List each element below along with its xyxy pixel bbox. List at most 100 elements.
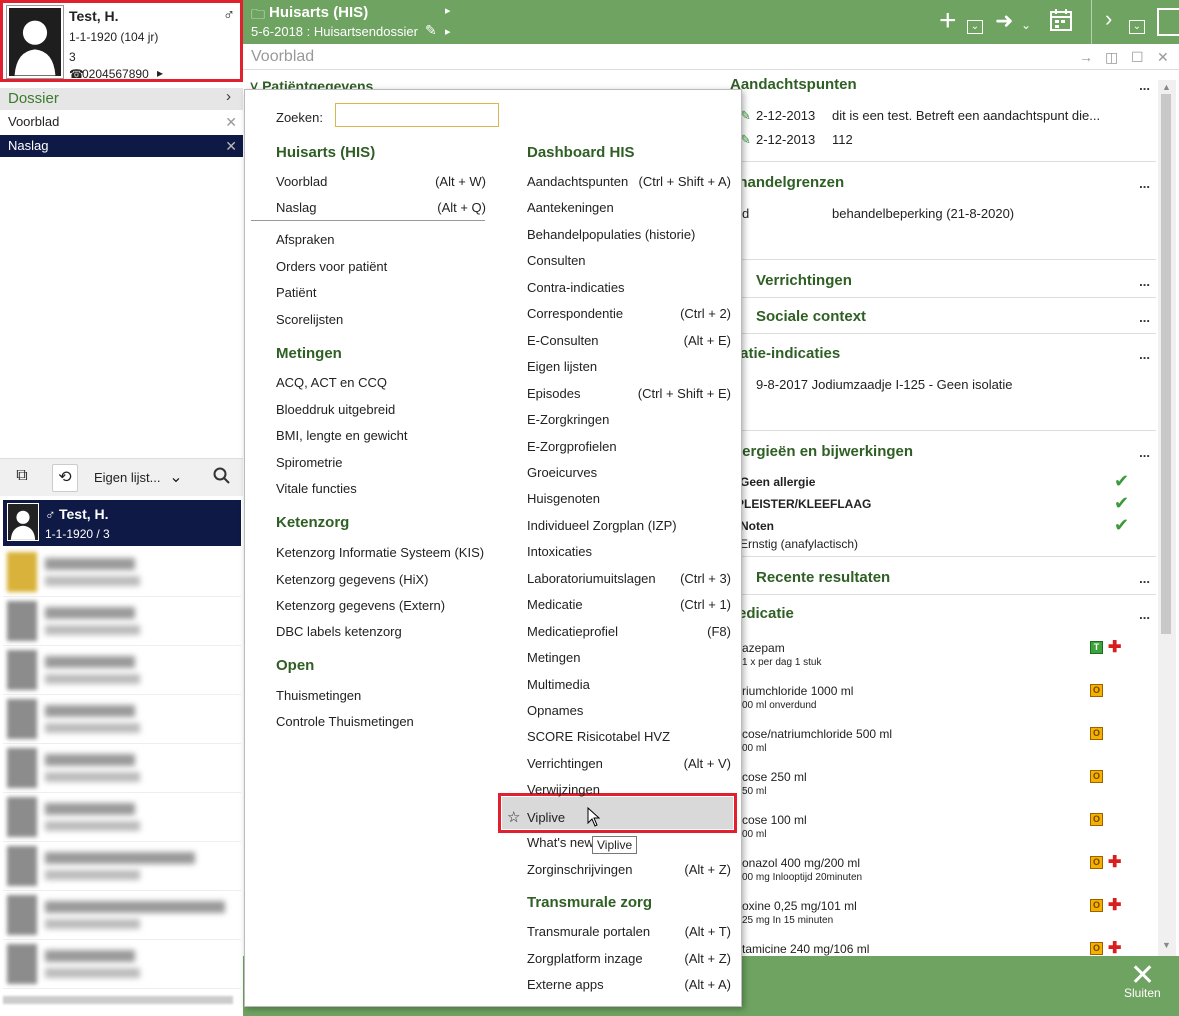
menu-item[interactable]: BMI, lengte en gewicht: [276, 428, 486, 443]
menu-item[interactable]: Aantekeningen: [527, 200, 731, 215]
patient-list-item[interactable]: [3, 842, 241, 891]
more-icon[interactable]: ...: [1139, 310, 1150, 325]
menu-item[interactable]: Externe apps (Alt + A): [527, 977, 731, 992]
more-icon[interactable]: ...: [1139, 607, 1150, 622]
star-icon[interactable]: ☆: [507, 808, 520, 826]
header-title[interactable]: Huisarts (HIS): [269, 4, 368, 21]
more-icon[interactable]: ...: [1139, 274, 1150, 289]
more-icon[interactable]: ...: [1139, 176, 1150, 191]
close-icon[interactable]: ✕: [225, 114, 237, 131]
patient-card[interactable]: Test, H. ♂ 1-1-1920 (104 jr) 3 ☎ 0204567…: [0, 0, 243, 82]
close-button[interactable]: Sluiten: [1124, 986, 1161, 1000]
patient-list-item[interactable]: [3, 597, 241, 646]
arrow-right-icon[interactable]: →: [1079, 49, 1093, 65]
menu-item[interactable]: Multimedia: [527, 677, 731, 692]
medication-name[interactable]: oxine 0,25 mg/101 ml: [742, 899, 857, 913]
menu-item[interactable]: Spirometrie: [276, 455, 486, 470]
menu-item[interactable]: Ketenzorg Informatie Systeem (KIS): [276, 545, 486, 560]
menu-item[interactable]: Eigen lijsten: [527, 359, 731, 374]
chevron-right-icon[interactable]: ▸: [445, 25, 451, 38]
aandacht-text[interactable]: dit is een test. Betreft een aandachtspu…: [832, 108, 1100, 123]
menu-item[interactable]: Opnames: [527, 703, 731, 718]
menu-item[interactable]: Individueel Zorgplan (IZP): [527, 518, 731, 533]
panel-title[interactable]: Aandachtspunten: [730, 76, 857, 93]
menu-item[interactable]: E-Zorgprofielen: [527, 439, 731, 454]
scrollbar-thumb[interactable]: [1161, 94, 1171, 634]
medication-name[interactable]: tamicine 240 mg/106 ml: [742, 942, 869, 956]
menu-item[interactable]: Medicatie (Ctrl + 1): [527, 597, 731, 612]
menu-item[interactable]: ACQ, ACT en CCQ: [276, 375, 486, 390]
close-icon[interactable]: ✕: [1157, 49, 1169, 66]
panel-title[interactable]: ehandelgrenzen: [730, 174, 844, 191]
menu-item[interactable]: Orders voor patiënt: [276, 259, 486, 274]
menu-item[interactable]: Bloeddruk uitgebreid: [276, 402, 486, 417]
more-icon[interactable]: ...: [1139, 78, 1150, 93]
menu-item[interactable]: Huisgenoten: [527, 491, 731, 506]
maximize-icon[interactable]: ☐: [1131, 49, 1144, 66]
menu-item[interactable]: Behandelpopulaties (historie): [527, 227, 731, 242]
menu-item[interactable]: Correspondentie (Ctrl + 2): [527, 306, 731, 321]
menu-item[interactable]: Ketenzorg gegevens (Extern): [276, 598, 486, 613]
menu-item[interactable]: Intoxicaties: [527, 544, 731, 559]
menu-item[interactable]: Ketenzorg gegevens (HiX): [276, 572, 486, 587]
horizontal-scrollbar[interactable]: [3, 996, 233, 1004]
menu-item[interactable]: Medicatieprofiel (F8): [527, 624, 731, 639]
menu-item[interactable]: E-Consulten (Alt + E): [527, 333, 731, 348]
chevron-right-icon[interactable]: ›: [226, 88, 231, 105]
menu-item[interactable]: E-Zorgkringen: [527, 412, 731, 427]
patient-list-item[interactable]: [3, 548, 241, 597]
menu-item[interactable]: Contra-indicaties: [527, 280, 731, 295]
lists-dropdown[interactable]: Eigen lijst...: [94, 470, 160, 485]
menu-item[interactable]: Naslag (Alt + Q): [276, 200, 486, 215]
patient-list-item[interactable]: [3, 695, 241, 744]
chevron-right-icon[interactable]: ›: [1105, 6, 1112, 32]
patient-list-item[interactable]: [3, 940, 241, 989]
more-icon[interactable]: ...: [1139, 445, 1150, 460]
menu-item[interactable]: Laboratoriumuitslagen (Ctrl + 3): [527, 571, 731, 586]
panel-title[interactable]: edicatie: [738, 605, 794, 622]
dropdown-icon[interactable]: ⌄: [967, 20, 983, 34]
medication-name[interactable]: cose 100 ml: [742, 813, 807, 827]
menu-item[interactable]: DBC labels ketenzorg: [276, 624, 486, 639]
windows-icon[interactable]: ⧉: [12, 467, 32, 487]
document-icon[interactable]: [1157, 8, 1179, 36]
vertical-scrollbar[interactable]: ▲ ▼: [1158, 80, 1176, 956]
panel-title[interactable]: lergieën en bijwerkingen: [738, 443, 913, 460]
menu-item[interactable]: Afspraken: [276, 232, 486, 247]
close-icon[interactable]: ✕: [225, 138, 237, 155]
patient-list-item[interactable]: [3, 646, 241, 695]
dossier-header[interactable]: Dossier: [0, 88, 243, 110]
menu-item[interactable]: Aandachtspunten (Ctrl + Shift + A): [527, 174, 731, 189]
patient-list-item[interactable]: [3, 793, 241, 842]
menu-item[interactable]: SCORE Risicotabel HVZ: [527, 729, 731, 744]
menu-item[interactable]: Consulten: [527, 253, 731, 268]
calendar-icon[interactable]: [1049, 8, 1073, 38]
split-view-icon[interactable]: ◫: [1105, 49, 1118, 66]
search-icon[interactable]: [212, 467, 232, 487]
panel-title[interactable]: Verrichtingen: [756, 272, 852, 289]
medication-name[interactable]: onazol 400 mg/200 ml: [742, 856, 860, 870]
menu-item[interactable]: Voorblad (Alt + W): [276, 174, 486, 189]
menu-item[interactable]: Scorelijsten: [276, 312, 486, 327]
header-subtitle[interactable]: 5-6-2018 : Huisartsendossier: [251, 24, 418, 39]
edit-pencil-icon[interactable]: ✎: [425, 22, 437, 39]
aandacht-text[interactable]: 112: [832, 132, 853, 147]
nav-item-naslag[interactable]: Naslag ✕: [0, 135, 243, 157]
history-icon[interactable]: ⟲: [52, 464, 78, 492]
scroll-up-icon[interactable]: ▲: [1162, 82, 1171, 92]
menu-item[interactable]: Zorgplatform inzage (Alt + Z): [527, 951, 731, 966]
panel-title[interactable]: Sociale context: [756, 308, 866, 325]
medication-name[interactable]: cose 250 ml: [742, 770, 807, 784]
medication-name[interactable]: cose/natriumchloride 500 ml: [742, 727, 892, 741]
medication-name[interactable]: riumchloride 1000 ml: [742, 684, 853, 698]
patient-list-item[interactable]: [3, 744, 241, 793]
menu-item[interactable]: Patiënt: [276, 285, 486, 300]
menu-item[interactable]: Verwijzingen: [527, 782, 731, 797]
patient-list-item-selected[interactable]: ♂ Test, H. 1-1-1920 / 3: [3, 500, 241, 546]
menu-item[interactable]: Episodes (Ctrl + Shift + E): [527, 386, 731, 401]
more-icon[interactable]: ...: [1139, 347, 1150, 362]
medication-name[interactable]: azepam: [742, 641, 785, 655]
patient-list-item[interactable]: [3, 891, 241, 940]
more-icon[interactable]: ...: [1139, 571, 1150, 586]
chevron-right-icon[interactable]: ▸: [445, 4, 451, 17]
